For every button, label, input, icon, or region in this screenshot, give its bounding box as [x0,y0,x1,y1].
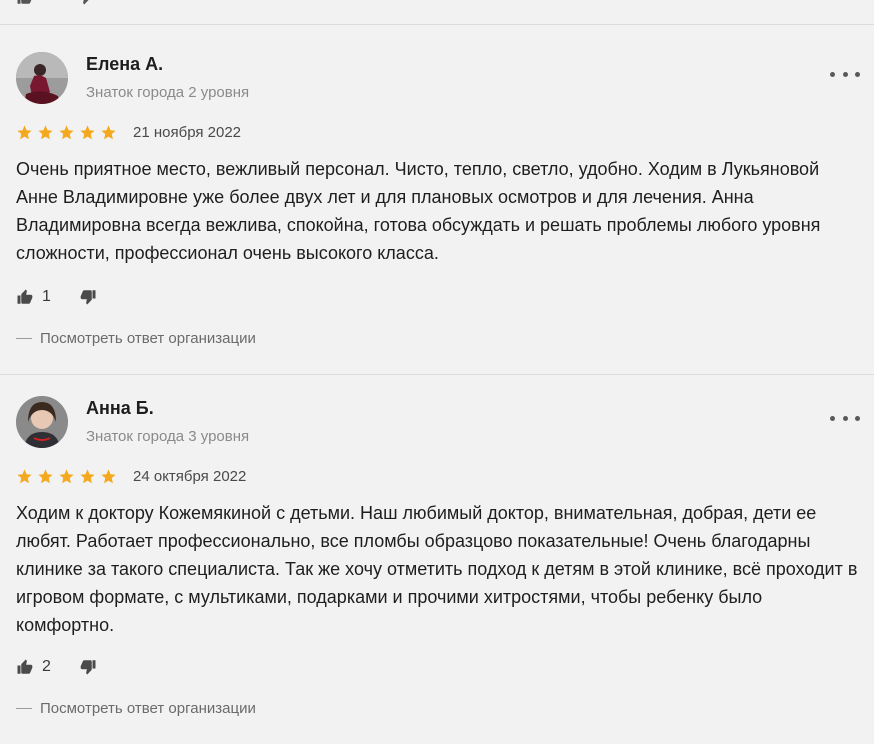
star-icon [38,125,53,140]
reply-link-label: Посмотреть ответ организации [40,700,256,717]
dash-icon [16,338,32,339]
star-icon [80,125,95,140]
reviewer-name[interactable]: Анна Б. [86,398,154,419]
rating-stars [16,124,117,141]
star-icon [17,469,32,484]
review-votes: 2 [16,658,97,676]
review-text: Очень приятное место, вежливый персонал.… [16,159,821,263]
review-date: 21 ноября 2022 [133,124,242,141]
like-button[interactable]: 1 [16,288,51,306]
more-options-icon[interactable] [830,64,860,84]
view-org-reply-link[interactable]: Посмотреть ответ организации [16,330,256,347]
like-count: 2 [42,658,51,675]
divider [0,374,874,375]
review-date: 24 октября 2022 [133,468,247,485]
thumb-down-icon [80,290,96,305]
avatar[interactable] [16,396,68,448]
reviewer-level: Знаток города 3 уровня [86,428,250,445]
dislike-button[interactable] [79,658,97,676]
thumb-up-icon[interactable] [16,0,34,6]
thumb-up-icon [17,659,33,674]
star-icon [59,469,74,484]
review-card: Елена А. Знаток города 2 уровня 21 ноябр… [16,52,860,362]
thumb-up-icon [17,289,33,304]
star-icon [80,469,95,484]
dash-icon [16,708,32,709]
reviewer-name[interactable]: Елена А. [86,54,163,75]
review-text: Ходим к доктору Кожемякиной с детьми. На… [16,503,858,635]
review-votes: 1 [16,288,97,306]
thumb-down-icon [80,660,96,675]
divider [0,24,874,25]
view-org-reply-link[interactable]: Посмотреть ответ организации [16,700,256,717]
reply-link-label: Посмотреть ответ организации [40,330,256,347]
star-icon [17,125,32,140]
like-count: 1 [42,288,51,305]
avatar[interactable] [16,52,68,104]
more-options-icon[interactable] [830,408,860,428]
star-icon [101,469,116,484]
thumb-down-icon[interactable] [76,0,94,6]
star-icon [38,469,53,484]
star-icon [101,125,116,140]
reviewer-level: Знаток города 2 уровня [86,84,250,101]
dislike-button[interactable] [79,288,97,306]
like-button[interactable]: 2 [16,658,51,676]
rating-stars [16,468,117,485]
review-card: Анна Б. Знаток города 3 уровня 24 октябр… [16,396,860,736]
previous-review-votes [16,0,94,6]
star-icon [59,125,74,140]
